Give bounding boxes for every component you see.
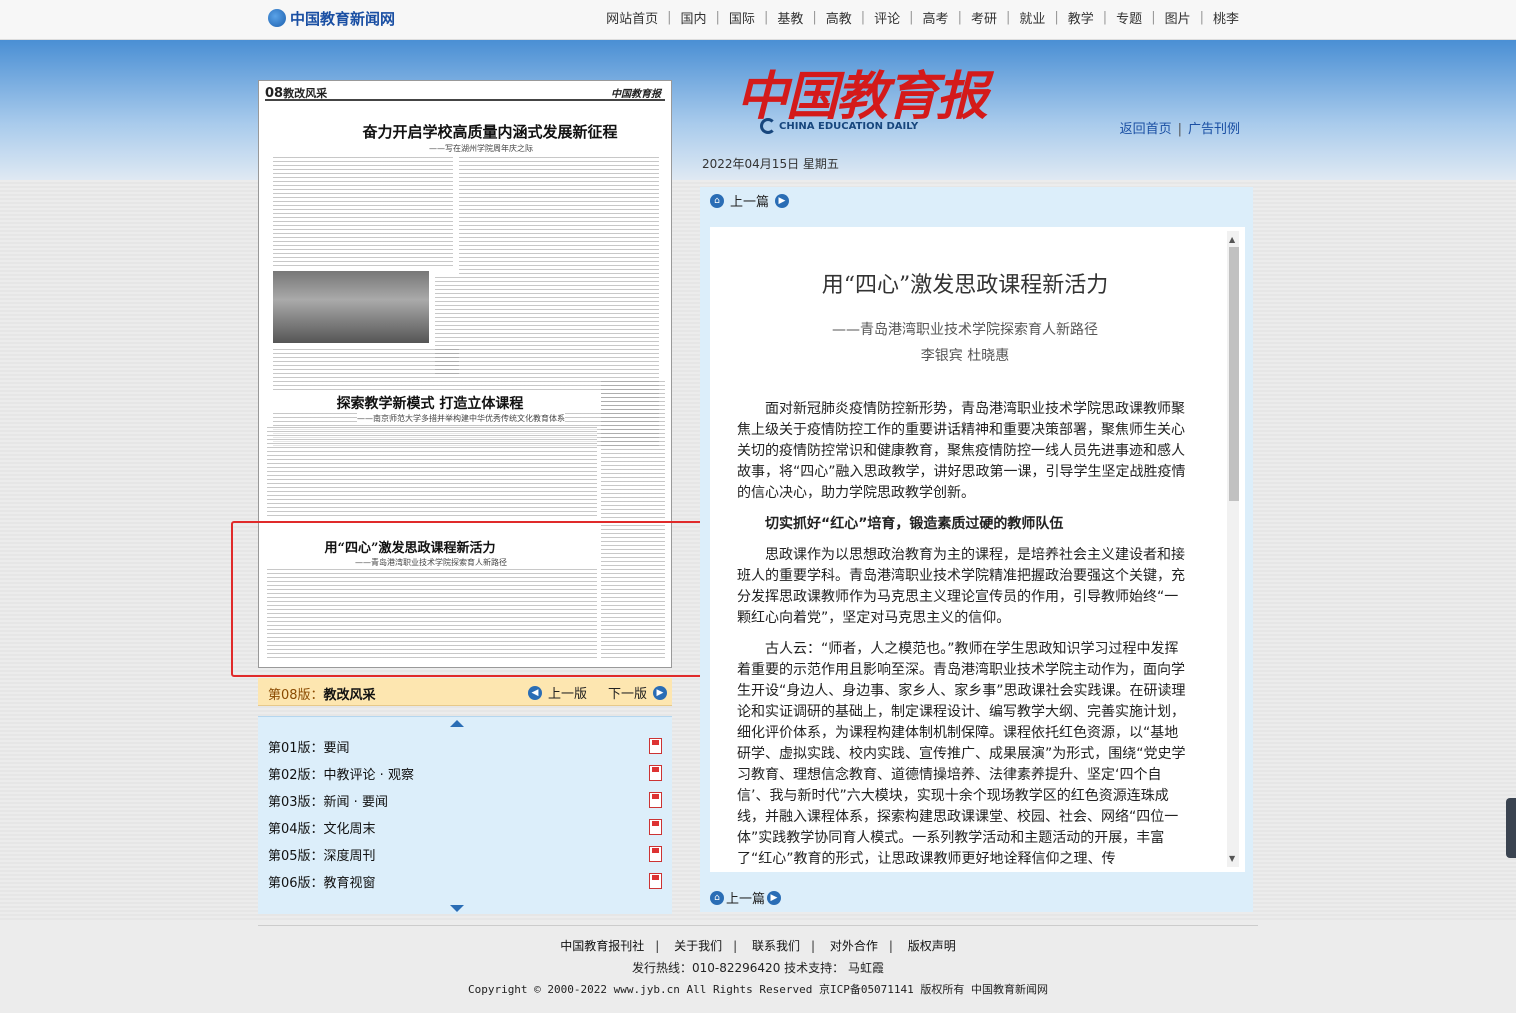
article-title: 用“四心”激发思政课程新活力: [821, 273, 1109, 298]
prev-article-link-bottom[interactable]: ⌂ 上一篇 ▶: [710, 888, 782, 907]
footer-copyright: Copyright © 2000-2022 www.jyb.cn All Rig…: [467, 983, 1049, 996]
site-logo-text: 中国教育新闻网: [290, 9, 396, 28]
nav-teaching[interactable]: 教学: [1059, 8, 1103, 27]
page-image-subhead-1: ——写在湖州学院周年庆之际: [429, 143, 533, 154]
page-image-text-block: [601, 381, 665, 521]
page-list-item[interactable]: 第06版：教育视窗: [268, 872, 662, 892]
page-image-headline-1[interactable]: 奋力开启学校高质量内涵式发展新征程: [319, 121, 661, 142]
nav-basic-education[interactable]: 基教: [768, 8, 812, 27]
scrollbar-thumb[interactable]: [1229, 247, 1239, 501]
footer: 中国教育报刊社 | 关于我们 | 联系我们 | 对外合作 | 版权声明 发行热线：010…: [258, 925, 1258, 997]
footer-links: 中国教育报刊社 | 关于我们 | 联系我们 | 对外合作 | 版权声明: [560, 939, 956, 953]
article-scrollbar[interactable]: ▲ ▼: [1227, 231, 1239, 867]
pdf-icon[interactable]: [649, 792, 662, 808]
footer-hotline: 发行热线：010-82296420 技术支持： 马虹霞: [632, 961, 884, 975]
site-logo-icon: [268, 9, 286, 27]
nav-home[interactable]: 网站首页: [597, 8, 667, 27]
article-authors: 李银宾 杜晓惠: [920, 348, 1010, 364]
footer-link-about[interactable]: 关于我们: [674, 939, 722, 953]
page-image-subhead-2: ——南京师范大学多措并举构建中华优秀传统文化教育体系: [357, 413, 565, 424]
scroll-up-arrow-icon[interactable]: [450, 720, 464, 727]
pdf-icon[interactable]: [649, 846, 662, 862]
page-list-item[interactable]: 第04版：文化周末: [268, 818, 662, 838]
selected-article-highlight: [231, 521, 710, 677]
nav-topics[interactable]: 专题: [1107, 8, 1151, 27]
current-page-bar: 第08版：教改风采 ◀ 上一版 下一版 ▶: [258, 678, 672, 706]
prev-page-button[interactable]: ◀ 上一版: [528, 683, 587, 702]
pdf-icon[interactable]: [649, 819, 662, 835]
nav-commentary[interactable]: 评论: [865, 8, 909, 27]
nav-taoli[interactable]: 桃李: [1204, 8, 1248, 27]
nav-kaoyan[interactable]: 考研: [962, 8, 1006, 27]
article-paragraph: 古人云：“师者，人之模范也。”教师在学生思政知识学习过程中发挥着重要的示范作用且…: [737, 641, 1186, 867]
arrow-right-icon: ▶: [767, 890, 782, 905]
site-logo[interactable]: 中国教育新闻网: [268, 6, 395, 30]
page-image-photo: [273, 271, 429, 343]
paper-emblem-icon: [760, 118, 776, 134]
scroll-down-icon[interactable]: ▼: [1229, 854, 1235, 863]
paper-english-name: CHINA EDUCATION DAILY: [760, 118, 918, 134]
page-image-headline-2[interactable]: 探索教学新模式 打造立体课程: [259, 393, 601, 413]
nav-links: 网站首页 | 国内 | 国际 | 基教 | 高教 | 评论 | 高考 | 考研 | 就业 | 教学…: [597, 8, 1248, 27]
side-widget-tab[interactable]: [1506, 798, 1516, 858]
footer-link-contact[interactable]: 联系我们: [752, 939, 800, 953]
home-circle-icon: ⌂: [710, 193, 724, 208]
page-image-header: 08教改风采 中国教育报: [265, 85, 665, 101]
page-list-item[interactable]: 第05版：深度周刊: [268, 845, 662, 865]
footer-link-copyright[interactable]: 版权声明: [908, 939, 956, 953]
nav-pictures[interactable]: 图片: [1156, 8, 1200, 27]
nav-gaokao[interactable]: 高考: [914, 8, 958, 27]
article-paragraph: 思政课作为以思想政治教育为主的课程，是培养社会主义建设者和接班人的重要学科。青岛…: [737, 547, 1185, 626]
article-content: 用“四心”激发思政课程新活力 ——青岛港湾职业技术学院探索育人新路径 李银宾 杜…: [710, 227, 1245, 872]
prev-article-link-top[interactable]: ⌂ 上一篇 ▶: [710, 191, 790, 210]
article-paragraph: 面对新冠肺炎疫情防控新形势，青岛港湾职业技术学院思政课教师聚焦上级关于疫情防控工…: [737, 401, 1186, 501]
arrow-right-icon: ▶: [775, 193, 790, 208]
masthead: 中国教育报 CHINA EDUCATION DAILY 返回首页 | 广告刊例: [700, 52, 1260, 147]
ad-rates-link[interactable]: 广告刊例: [1188, 122, 1240, 137]
current-page-label: 第08版：教改风采: [268, 688, 376, 703]
scroll-up-icon[interactable]: ▲: [1229, 235, 1235, 244]
arrow-right-icon: ▶: [653, 685, 668, 700]
masthead-links: 返回首页 | 广告刊例: [1119, 122, 1240, 137]
issue-date: 2022年04月15日 星期五: [702, 157, 839, 171]
article-panel: ⌂ 上一篇 ▶ 用“四心”激发思政课程新活力 ——青岛港湾职业技术学院探索育人新…: [700, 187, 1253, 912]
next-page-button[interactable]: 下一版 ▶: [608, 683, 668, 702]
page-image-text-block: [273, 157, 453, 267]
nav-higher-education[interactable]: 高教: [817, 8, 861, 27]
article-body: 面对新冠肺炎疫情防控新形势，青岛港湾职业技术学院思政课教师聚焦上级关于疫情防控工…: [737, 399, 1190, 872]
pdf-icon[interactable]: [649, 873, 662, 889]
top-navigation: 中国教育新闻网 网站首页 | 国内 | 国际 | 基教 | 高教 | 评论 | 高考 | 考研…: [0, 0, 1516, 40]
nav-domestic[interactable]: 国内: [672, 8, 716, 27]
back-home-link[interactable]: 返回首页: [1120, 122, 1172, 137]
nav-employment[interactable]: 就业: [1010, 8, 1054, 27]
footer-link-cooperation[interactable]: 对外合作: [830, 939, 878, 953]
scroll-down-arrow-icon[interactable]: [450, 905, 464, 912]
page-list-item[interactable]: 第02版：中教评论 · 观察: [268, 764, 662, 784]
arrow-left-icon: ◀: [528, 685, 542, 700]
page-image-text-block: [267, 427, 597, 519]
article-subtitle: ——青岛港湾职业技术学院探索育人新路径: [832, 322, 1098, 338]
page-list: 第01版：要闻 第02版：中教评论 · 观察 第03版：新闻 · 要闻 第04版…: [258, 716, 672, 914]
page-list-item[interactable]: 第01版：要闻: [268, 737, 662, 757]
home-circle-icon: ⌂: [710, 890, 724, 905]
footer-link-agency[interactable]: 中国教育报刊社: [560, 939, 644, 953]
article-section-heading: 切实抓好“红心”培育，锻造素质过硬的教师队伍: [765, 516, 1064, 532]
pdf-icon[interactable]: [649, 738, 662, 754]
page-list-item[interactable]: 第03版：新闻 · 要闻: [268, 791, 662, 811]
pdf-icon[interactable]: [649, 765, 662, 781]
nav-international[interactable]: 国际: [720, 8, 764, 27]
